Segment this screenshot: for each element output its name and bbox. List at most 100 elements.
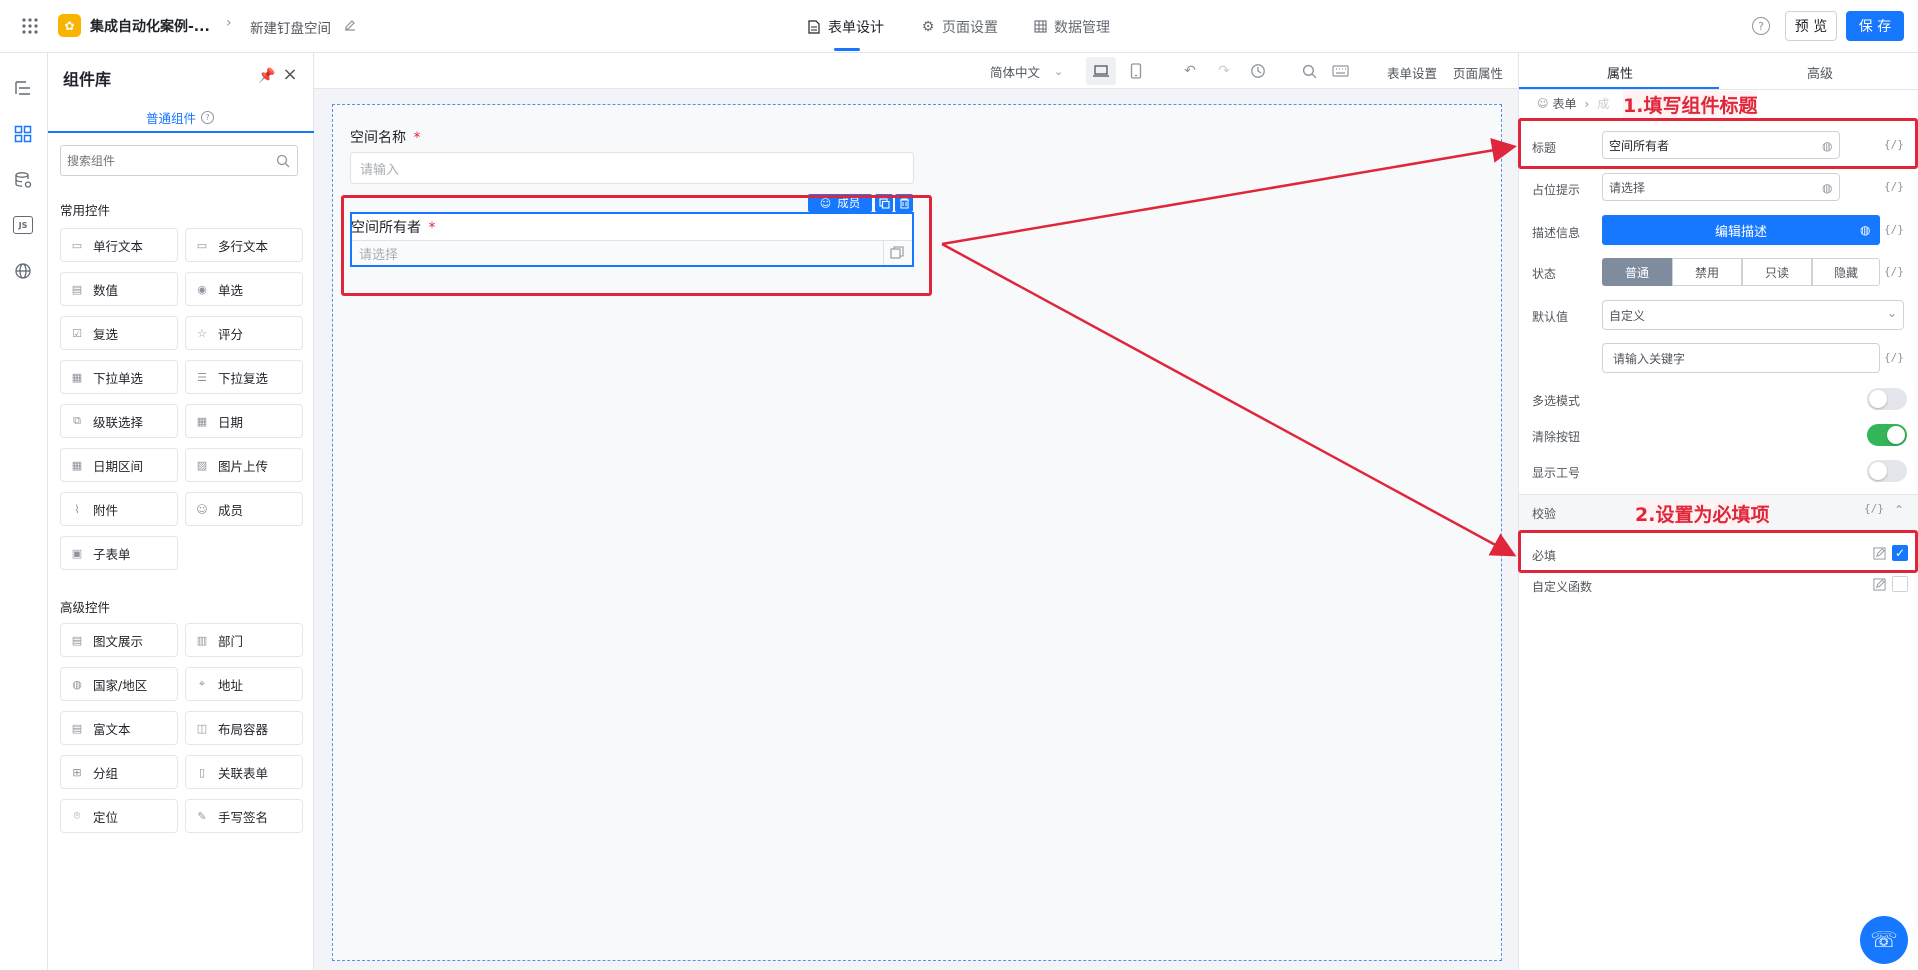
comp-signature[interactable]: ✎ 手写签名 (185, 799, 303, 833)
state-normal[interactable]: 普通 (1602, 258, 1672, 286)
comp-related-form[interactable]: ▯ 关联表单 (185, 755, 303, 789)
comp-select[interactable]: ▦ 下拉单选 (60, 360, 178, 394)
close-icon[interactable]: × (281, 64, 299, 85)
keyword-fx-button[interactable]: {/} (1884, 351, 1904, 364)
help-icon[interactable]: ? (1752, 17, 1770, 35)
comp-subform[interactable]: ▣ 子表单 (60, 536, 178, 570)
globe-input-icon[interactable]: ◍ (1822, 181, 1832, 195)
comp-rating[interactable]: ☆ 评分 (185, 316, 303, 350)
breadcrumb-chevron-icon: › (1584, 96, 1590, 111)
history-icon[interactable] (1248, 61, 1268, 81)
breadcrumb: ☺ 表单 › 成 (1537, 95, 1609, 112)
edit-icon[interactable] (342, 17, 358, 33)
edit-description-button[interactable]: 编辑描述 ◍ (1602, 215, 1880, 245)
zoom-search-icon[interactable] (1299, 61, 1319, 81)
subform-icon: ▣ (71, 546, 83, 560)
state-fx-button[interactable]: {/} (1884, 265, 1904, 278)
comp-number[interactable]: ▤ 数值 (60, 272, 178, 306)
redo-icon[interactable]: ↷ (1214, 61, 1234, 81)
comp-rich-text[interactable]: ▤ 富文本 (60, 711, 178, 745)
comp-attachment[interactable]: ⌇ 附件 (60, 492, 178, 526)
comp-single-text[interactable]: ▭ 单行文本 (60, 228, 178, 262)
multi-select-toggle[interactable] (1867, 388, 1907, 410)
comp-cascade[interactable]: ⧉ 级联选择 (60, 404, 178, 438)
globe-icon[interactable] (12, 260, 34, 282)
department-icon: ▥ (196, 633, 208, 647)
annotation-step1: 1.填写组件标题 (1623, 91, 1758, 118)
show-jobno-toggle[interactable] (1867, 460, 1907, 482)
components-icon[interactable] (12, 123, 34, 145)
comp-layout[interactable]: ◫ 布局容器 (185, 711, 303, 745)
comp-address[interactable]: ⌖ 地址 (185, 667, 303, 701)
save-button[interactable]: 保 存 (1846, 11, 1904, 41)
language-select-label: 简体中文 (990, 65, 1041, 80)
pin-icon[interactable]: 📌 (258, 67, 276, 85)
comp-image-upload[interactable]: ▨ 图片上传 (185, 448, 303, 482)
keyword-input[interactable]: 请输入关键字 (1602, 343, 1880, 373)
globe-button-icon[interactable]: ◍ (1860, 223, 1870, 237)
tab-properties[interactable]: 属性 (1607, 63, 1633, 82)
state-disabled[interactable]: 禁用 (1672, 258, 1742, 286)
state-readonly[interactable]: 只读 (1742, 258, 1812, 286)
js-icon[interactable]: JS (13, 216, 33, 234)
comp-radio[interactable]: ◉ 单选 (185, 272, 303, 306)
app-name[interactable]: 集成自动化案例-... (90, 16, 210, 36)
tab-data-management[interactable]: 数据管理 (1032, 0, 1110, 53)
component-search[interactable] (60, 145, 298, 176)
outline-tree-icon[interactable] (12, 77, 34, 99)
chevron-up-icon[interactable]: ⌃ (1894, 503, 1904, 517)
state-label: 状态 (1532, 267, 1557, 281)
comp-rich-display[interactable]: ▤ 图文展示 (60, 623, 178, 657)
tab-page-settings[interactable]: ⚙ 页面设置 (920, 0, 998, 53)
breadcrumb-root[interactable]: 表单 (1552, 95, 1576, 112)
globe-small-icon: ◍ (72, 677, 82, 691)
comp-multi-select[interactable]: ☰ 下拉复选 (185, 360, 303, 394)
comp-multi-text[interactable]: ▭ 多行文本 (185, 228, 303, 262)
tab-common-components[interactable]: 普通组件 ? (146, 108, 215, 127)
comp-location[interactable]: ⌾ 定位 (60, 799, 178, 833)
preview-button[interactable]: 预 览 (1785, 11, 1837, 41)
form-settings-link[interactable]: 表单设置 (1387, 63, 1437, 82)
tab-advanced[interactable]: 高级 (1807, 63, 1833, 82)
state-hidden[interactable]: 隐藏 (1812, 258, 1880, 286)
custom-function-label: 自定义函数 (1532, 580, 1593, 594)
language-select[interactable]: 简体中文 ⌄ (990, 62, 1063, 81)
annotation-step2: 2.设置为必填项 (1635, 500, 1770, 527)
page-name: 新建钉盘空间 (250, 21, 331, 37)
help-circle-icon[interactable]: ? (201, 111, 215, 124)
undo-icon[interactable]: ↶ (1180, 61, 1200, 81)
keyboard-icon[interactable] (1330, 61, 1350, 81)
mobile-view-icon[interactable] (1126, 61, 1146, 81)
comp-group[interactable]: ⊞ 分组 (60, 755, 178, 789)
clear-button-toggle[interactable] (1867, 424, 1907, 446)
space-name-input[interactable]: 请输入 (350, 152, 914, 184)
design-canvas: 简体中文 ⌄ ↶ ↷ 表单设置 页面属性 空间名称 * 请输入 ☺ 成员 空间所… (314, 53, 1518, 970)
annotation-box-field (341, 195, 932, 296)
comp-member[interactable]: ☺ 成员 (185, 492, 303, 526)
tab-underline (48, 131, 314, 133)
comp-department[interactable]: ▥ 部门 (185, 623, 303, 657)
default-value-select[interactable]: 自定义 ⌄ (1602, 300, 1904, 330)
comp-country[interactable]: ◍ 国家/地区 (60, 667, 178, 701)
desktop-view-icon[interactable] (1086, 57, 1116, 85)
app-grid-icon[interactable] (20, 16, 40, 36)
comp-date[interactable]: ▦ 日期 (185, 404, 303, 438)
left-rail: JS (0, 53, 48, 970)
search-icon[interactable] (275, 153, 291, 169)
comp-checkbox[interactable]: ☑ 复选 (60, 316, 178, 350)
datasource-icon[interactable] (12, 169, 34, 191)
chat-support-button[interactable]: ☏ (1860, 916, 1908, 964)
placeholder-fx-button[interactable]: {/} (1884, 180, 1904, 193)
tab-common-components-label: 普通组件 (146, 111, 197, 126)
page-props-link[interactable]: 页面属性 (1453, 63, 1503, 82)
tab-form-design[interactable]: 表单设计 (806, 0, 884, 53)
placeholder-input[interactable]: 请选择 ◍ (1602, 173, 1840, 201)
custom-fn-checkbox[interactable] (1892, 576, 1908, 592)
validation-fx-button[interactable]: {/} (1864, 502, 1884, 515)
edit-custom-fn-icon[interactable] (1871, 576, 1887, 592)
component-search-input[interactable] (67, 151, 267, 171)
required-mark: * (413, 130, 421, 146)
description-fx-button[interactable]: {/} (1884, 223, 1904, 236)
comp-date-range[interactable]: ▦ 日期区间 (60, 448, 178, 482)
annotation-box-title (1518, 118, 1918, 169)
